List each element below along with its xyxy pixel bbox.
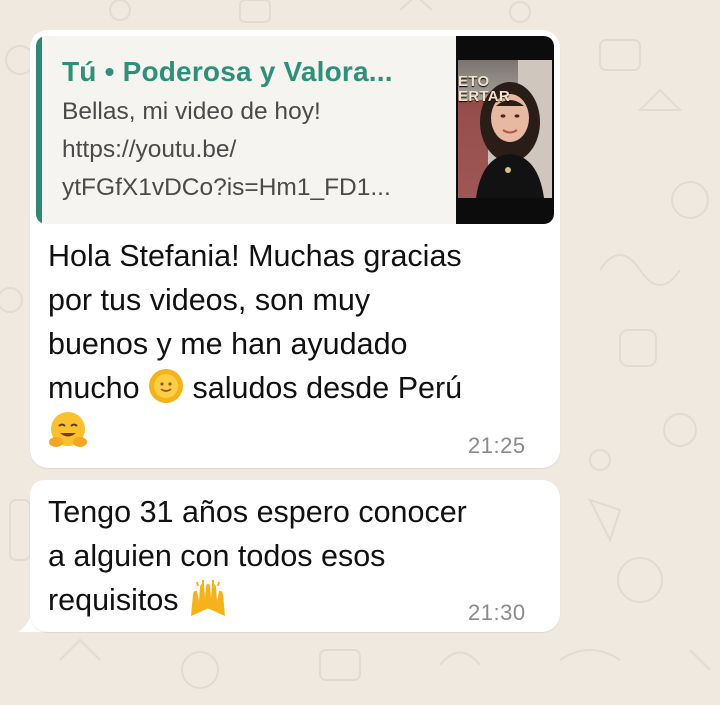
sun-face-emoji-icon xyxy=(148,368,184,404)
message-timestamp: 21:25 xyxy=(468,433,526,458)
quote-accent-bar xyxy=(36,36,42,224)
quote-author: Tú • Poderosa y Valora... xyxy=(62,56,393,87)
message-line: mucho saludos desde Perú xyxy=(48,366,462,410)
message-line: Hola Stefania! Muchas gracias xyxy=(48,239,462,273)
message-timestamp: 21:30 xyxy=(468,600,526,625)
message-line xyxy=(48,410,462,456)
hugging-face-emoji-icon xyxy=(48,410,88,450)
quote-text: Bellas, mi video de hoy! xyxy=(62,98,321,125)
reply-quote[interactable]: Tú • Poderosa y Valora... Bellas, mi vid… xyxy=(36,36,554,224)
quote-link-line-2: ytFGfX1vDCo?is=Hm1_FD1... xyxy=(62,174,391,201)
message-text: Hola Stefania! Muchas gracias por tus vi… xyxy=(48,234,462,456)
message-line: buenos y me han ayudado xyxy=(48,327,408,361)
message-line: por tus videos, son muy xyxy=(48,283,371,317)
video-thumbnail[interactable]: ETO ERTAR xyxy=(456,36,554,224)
thumbnail-image: ETO ERTAR xyxy=(458,60,552,198)
raising-hands-emoji-icon xyxy=(187,578,229,618)
message-line: requisitos xyxy=(48,578,467,622)
message-line: a alguien con todos esos xyxy=(48,539,386,573)
quote-link-line-1: https://youtu.be/ xyxy=(62,136,237,163)
message-line: Tengo 31 años espero conocer xyxy=(48,495,467,529)
thumbnail-caption: ETO ERTAR xyxy=(458,73,511,105)
message-text: Tengo 31 años espero conocer a alguien c… xyxy=(48,490,467,622)
